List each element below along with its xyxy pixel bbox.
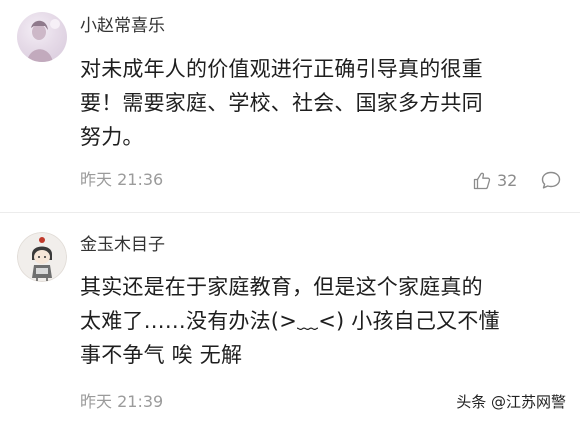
avatar[interactable] bbox=[17, 232, 67, 282]
comment-line: 事不争气 唉 无解 bbox=[80, 343, 243, 367]
comment-line: 努力。 bbox=[80, 125, 144, 149]
divider bbox=[0, 212, 580, 213]
comment-line: 要！需要家庭、学校、社会、国家多方共同 bbox=[80, 91, 483, 115]
user-avatar-icon bbox=[32, 237, 52, 281]
comment-timestamp: 昨天 21:39 bbox=[80, 392, 164, 411]
comment-reply-icon[interactable] bbox=[540, 170, 562, 190]
user-avatar-icon bbox=[27, 19, 60, 62]
comment-timestamp: 昨天 21:36 bbox=[80, 170, 164, 189]
like-count: 32 bbox=[497, 171, 518, 190]
comment-line: 太难了……没有办法(>﹏<) 小孩自己又不懂 bbox=[80, 309, 500, 333]
comment-content: 其实还是在于家庭教育，但是这个家庭真的 太难了……没有办法(>﹏<) 小孩自己又… bbox=[80, 270, 566, 372]
thumbs-up-icon bbox=[473, 172, 491, 190]
comment-line: 其实还是在于家庭教育，但是这个家庭真的 bbox=[80, 275, 483, 299]
avatar[interactable] bbox=[17, 12, 67, 62]
comment-item: 金玉木目子 其实还是在于家庭教育，但是这个家庭真的 太难了……没有办法(>﹏<)… bbox=[0, 214, 580, 422]
comment-content: 对未成年人的价值观进行正确引导真的很重 要！需要家庭、学校、社会、国家多方共同 … bbox=[80, 52, 566, 154]
comment-username[interactable]: 小赵常喜乐 bbox=[80, 14, 165, 38]
comment-line: 对未成年人的价值观进行正确引导真的很重 bbox=[80, 57, 483, 81]
comment-username[interactable]: 金玉木目子 bbox=[80, 233, 165, 257]
like-button[interactable]: 32 bbox=[472, 170, 517, 192]
comment-item: 小赵常喜乐 对未成年人的价值观进行正确引导真的很重 要！需要家庭、学校、社会、国… bbox=[0, 0, 580, 212]
source-watermark: 头条 @江苏网警 bbox=[456, 393, 566, 411]
